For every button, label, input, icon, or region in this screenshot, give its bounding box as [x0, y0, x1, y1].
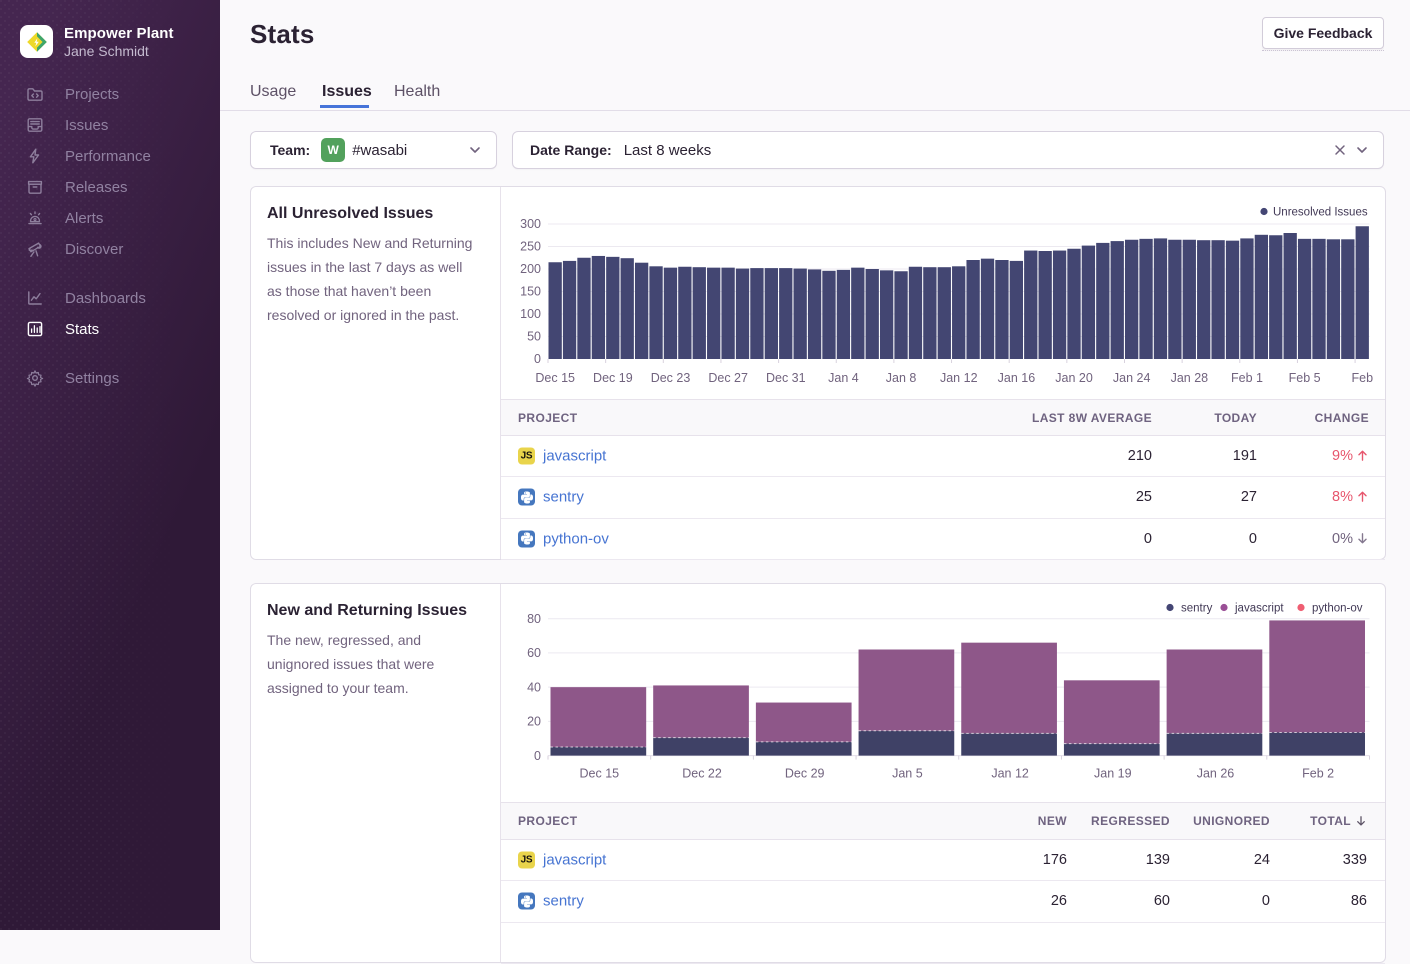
- svg-text:Dec 22: Dec 22: [682, 767, 722, 781]
- svg-text:Dec 31: Dec 31: [766, 371, 806, 385]
- svg-text:150: 150: [520, 285, 541, 299]
- svg-text:sentry: sentry: [1181, 603, 1213, 615]
- svg-text:200: 200: [520, 262, 541, 276]
- svg-text:Dec 23: Dec 23: [651, 371, 691, 385]
- svg-text:60: 60: [527, 646, 541, 660]
- svg-text:Jan 24: Jan 24: [1113, 371, 1151, 385]
- svg-text:Dec 27: Dec 27: [708, 371, 748, 385]
- svg-text:Dec 29: Dec 29: [785, 767, 825, 781]
- svg-text:250: 250: [520, 240, 541, 254]
- svg-text:Dec 15: Dec 15: [580, 767, 620, 781]
- svg-text:Jan 12: Jan 12: [991, 767, 1029, 781]
- svg-text:50: 50: [527, 330, 541, 344]
- svg-text:20: 20: [527, 715, 541, 729]
- svg-text:Dec 19: Dec 19: [593, 371, 633, 385]
- svg-text:Jan 5: Jan 5: [892, 767, 923, 781]
- svg-text:0: 0: [534, 352, 541, 366]
- svg-text:Jan 28: Jan 28: [1171, 371, 1209, 385]
- svg-text:Feb: Feb: [1352, 371, 1374, 385]
- svg-text:Jan 20: Jan 20: [1055, 371, 1093, 385]
- svg-text:javascript: javascript: [1234, 603, 1284, 615]
- svg-text:80: 80: [527, 612, 541, 626]
- svg-text:100: 100: [520, 307, 541, 321]
- svg-text:300: 300: [520, 217, 541, 231]
- svg-text:40: 40: [527, 680, 541, 694]
- svg-text:Feb 5: Feb 5: [1289, 371, 1321, 385]
- svg-text:Jan 4: Jan 4: [828, 371, 859, 385]
- svg-text:Jan 12: Jan 12: [940, 371, 978, 385]
- svg-text:python-ov: python-ov: [1312, 603, 1363, 615]
- svg-text:Jan 26: Jan 26: [1197, 767, 1235, 781]
- svg-text:Feb 2: Feb 2: [1302, 767, 1334, 781]
- svg-text:Feb 1: Feb 1: [1231, 371, 1263, 385]
- svg-text:Jan 8: Jan 8: [886, 371, 917, 385]
- svg-text:Jan 16: Jan 16: [998, 371, 1036, 385]
- svg-text:Dec 15: Dec 15: [535, 371, 575, 385]
- svg-text:Unresolved Issues: Unresolved Issues: [1273, 207, 1368, 219]
- svg-text:Jan 19: Jan 19: [1094, 767, 1132, 781]
- svg-text:0: 0: [534, 749, 541, 763]
